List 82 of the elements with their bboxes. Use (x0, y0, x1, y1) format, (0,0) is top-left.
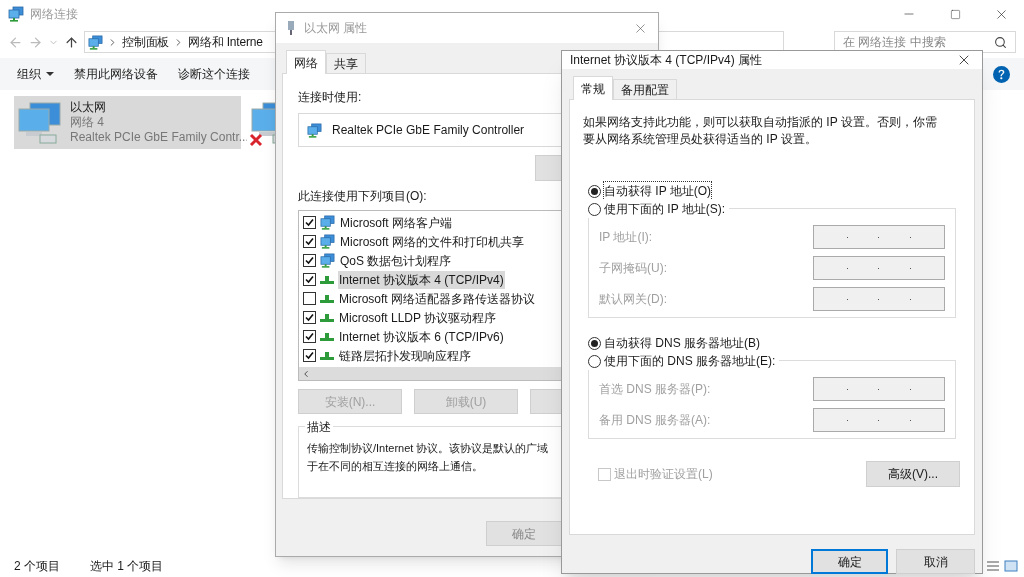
protocol-icon (320, 293, 334, 304)
radio-label: 自动获得 IP 地址(O) (604, 182, 712, 200)
field-label: 默认网关(D): (599, 291, 667, 308)
toolbar-button[interactable]: 禁用此网络设备 (74, 65, 158, 83)
ip-address-field[interactable] (813, 377, 945, 401)
item-checkbox[interactable] (303, 254, 316, 267)
tab[interactable]: 共享 (326, 53, 366, 73)
details-view-icon[interactable] (986, 560, 1000, 572)
ip-address-field[interactable] (813, 287, 945, 311)
item-checkbox[interactable] (303, 292, 316, 305)
component-item[interactable]: Internet 协议版本 6 (TCP/IPv6) (338, 327, 505, 346)
item-checkbox[interactable] (303, 311, 316, 324)
control-panel-icon (88, 34, 103, 50)
tab[interactable]: 备用配置 (613, 79, 677, 99)
up-button[interactable] (64, 34, 79, 50)
ok-button[interactable]: 确定 (811, 549, 888, 574)
large-icons-view-icon[interactable] (1004, 560, 1018, 572)
component-item[interactable]: Microsoft 网络的文件和打印机共享 (339, 232, 525, 251)
group-title: 描述 (305, 418, 333, 436)
component-item[interactable]: Internet 协议版本 4 (TCP/IPv4) (338, 270, 505, 289)
radio-label: 使用下面的 DNS 服务器地址(E): (604, 353, 776, 370)
description-text: 传输控制协议/Internet 协议。该协议是默认的广域 (307, 441, 549, 456)
scroll-left-icon[interactable] (301, 368, 311, 379)
selection-count: 选中 1 个项目 (90, 558, 164, 575)
protocol-icon (320, 274, 334, 285)
search-icon (994, 35, 1007, 49)
dialog-title: 以太网 属性 (304, 20, 368, 37)
protocol-icon (320, 331, 334, 342)
component-item[interactable]: QoS 数据包计划程序 (339, 251, 453, 270)
cancel-button[interactable]: 取消 (896, 549, 975, 574)
component-item[interactable]: Microsoft LLDP 协议驱动程序 (338, 308, 498, 327)
radio-label: 自动获得 DNS 服务器地址(B) (604, 335, 760, 352)
field-label: 首选 DNS 服务器(P): (599, 381, 711, 398)
radio-button[interactable] (588, 184, 601, 198)
radio-button[interactable] (588, 354, 601, 368)
tab[interactable]: 网络 (286, 50, 326, 74)
tab[interactable]: 常规 (573, 76, 613, 100)
item-checkbox[interactable] (303, 235, 316, 248)
adapter-name: Realtek PCIe GbE Family Contr... (70, 130, 249, 145)
network-folder-icon (8, 6, 24, 22)
field-label: IP 地址(I): (599, 229, 653, 246)
network-service-icon (320, 253, 335, 268)
help-icon[interactable] (993, 65, 1010, 83)
breadcrumb-item[interactable]: 控制面板 (122, 33, 170, 51)
component-item[interactable]: 链路层拓扑发现响应程序 (338, 346, 472, 365)
item-checkbox[interactable] (303, 349, 316, 362)
connection-name: 以太网 (70, 100, 107, 115)
ethernet-icon (286, 20, 296, 36)
section-label: 此连接使用下列项目(O): (298, 188, 427, 205)
forward-button[interactable] (28, 34, 43, 50)
section-label: 连接时使用: (298, 89, 362, 106)
protocol-icon (320, 350, 334, 361)
radio-button[interactable] (588, 202, 601, 216)
network-service-icon (320, 215, 335, 230)
component-item[interactable]: Microsoft 网络客户端 (339, 213, 453, 232)
toolbar-button[interactable]: 组织 (17, 65, 54, 83)
toolbar-button[interactable]: 诊断这个连接 (178, 65, 250, 83)
adapter-icon (307, 122, 322, 138)
network-service-icon (320, 234, 335, 249)
maximize-icon[interactable] (949, 8, 961, 20)
dialog-title: Internet 协议版本 4 (TCP/IPv4) 属性 (570, 52, 763, 69)
item-checkbox[interactable] (303, 216, 316, 229)
back-button[interactable] (8, 34, 23, 50)
item-checkbox[interactable] (303, 273, 316, 286)
dropdown-icon (46, 72, 54, 76)
breadcrumb-item[interactable]: 网络和 Interne (188, 33, 263, 51)
field-label: 备用 DNS 服务器(A): (599, 412, 711, 429)
ip-address-field[interactable] (813, 225, 945, 249)
checkbox-label: 退出时验证设置(L) (614, 466, 713, 483)
ip-address-field[interactable] (813, 256, 945, 280)
description-text: 于在不同的相互连接的网络上通信。 (307, 459, 483, 474)
component-item[interactable]: Microsoft 网络适配器多路传送器协议 (338, 289, 536, 308)
item-checkbox[interactable] (303, 330, 316, 343)
protocol-icon (320, 312, 334, 323)
advanced-button[interactable]: 高级(V)... (866, 461, 960, 487)
field-label: 子网掩码(U): (599, 260, 667, 277)
window-title: 网络连接 (30, 6, 78, 23)
radio-label: 使用下面的 IP 地址(S): (604, 201, 726, 218)
ip-address-field[interactable] (813, 408, 945, 432)
network-name: 网络 4 (70, 115, 105, 130)
radio-button[interactable] (588, 336, 601, 350)
item-count: 2 个项目 (14, 558, 60, 575)
